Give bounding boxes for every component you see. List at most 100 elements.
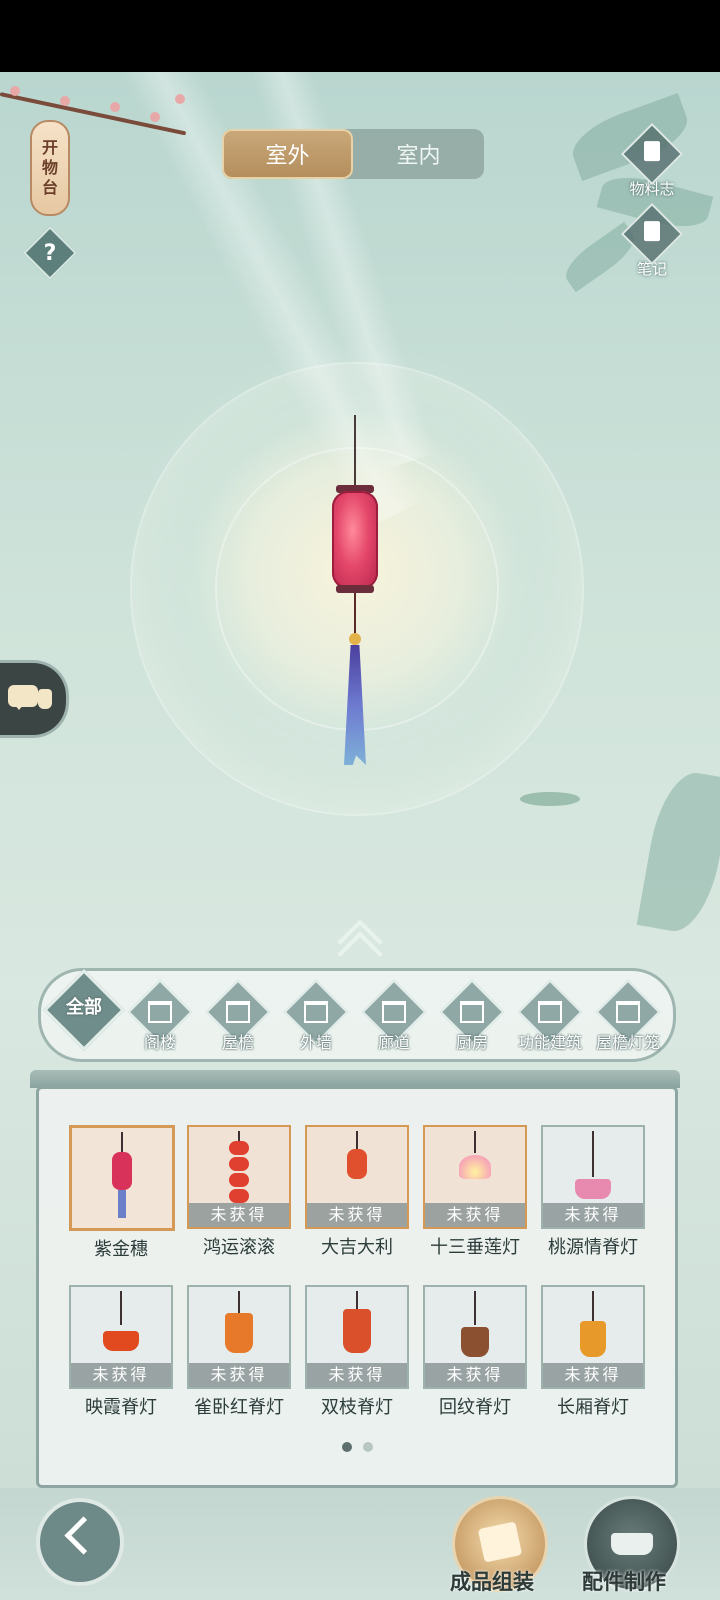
materials-log-button[interactable]: 物料志 (616, 122, 688, 199)
lantern-bead (349, 633, 361, 645)
plum-blossom (110, 102, 120, 112)
item-name: 十三垂莲灯 (430, 1237, 520, 1258)
note-icon (620, 202, 684, 266)
item-thumbnail: 未获得 (423, 1285, 527, 1389)
shelf-button-char: 物 (41, 158, 58, 177)
lotus-lantern (459, 1155, 491, 1179)
lantern-cord (354, 593, 356, 637)
item-card[interactable]: 未获得 十三垂莲灯 (423, 1125, 527, 1258)
item-thumbnail: 未获得 (541, 1125, 645, 1229)
item-card[interactable]: 未获得 回纹脊灯 (423, 1285, 527, 1418)
lantern-body (347, 1149, 367, 1179)
locked-badge: 未获得 (425, 1203, 525, 1227)
chat-bubble-icon (8, 685, 38, 710)
lantern-string (474, 1291, 476, 1325)
item-name: 桃源情脊灯 (548, 1237, 638, 1258)
lantern-string (238, 1291, 240, 1315)
category-label: 全部 (66, 997, 102, 1018)
assembly-label: 成品组装 (450, 1570, 534, 1594)
category-label: 屋檐 (221, 1033, 254, 1052)
category-label: 阁楼 (143, 1033, 176, 1052)
expand-up-icon[interactable] (337, 919, 383, 977)
lantern-string (592, 1131, 594, 1177)
category-label: 廊道 (377, 1033, 410, 1052)
item-name: 映霞脊灯 (85, 1397, 157, 1418)
locked-badge: 未获得 (71, 1363, 171, 1387)
back-button[interactable] (36, 1498, 124, 1586)
tab-indoor[interactable]: 室内 (353, 129, 484, 179)
page-dot-active[interactable] (342, 1442, 352, 1452)
locked-badge: 未获得 (543, 1363, 643, 1387)
locked-badge: 未获得 (189, 1363, 289, 1387)
ridge-lantern (461, 1327, 489, 1357)
plum-blossom (175, 94, 185, 104)
item-name: 双枝脊灯 (321, 1397, 393, 1418)
lantern-tassel (118, 1190, 126, 1218)
item-thumbnail: 未获得 (187, 1285, 291, 1389)
item-card[interactable]: 紫金穗 (69, 1125, 175, 1260)
lantern-bottom-cap (336, 585, 374, 593)
category-eave[interactable]: 屋檐 (205, 979, 271, 1053)
help-icon: ? (43, 240, 57, 266)
item-card[interactable]: 未获得 鸿运滚滚 (187, 1125, 291, 1258)
item-card[interactable]: 未获得 雀卧红脊灯 (187, 1285, 291, 1418)
item-thumbnail: 未获得 (541, 1285, 645, 1389)
category-eave-lantern[interactable]: 屋檐灯笼 (595, 979, 661, 1053)
category-kitchen[interactable]: 厨房 (439, 979, 505, 1053)
lantern-body (112, 1152, 132, 1190)
category-label: 屋檐灯笼 (595, 1033, 660, 1052)
lantern-tassel (344, 645, 366, 765)
plum-blossom (60, 96, 70, 106)
lantern-body (332, 491, 378, 589)
item-card[interactable]: 未获得 长厢脊灯 (541, 1285, 645, 1418)
pagination-dots (339, 1437, 376, 1456)
ridge-lantern (580, 1321, 606, 1357)
notes-button[interactable]: 笔记 (616, 202, 688, 279)
ridge-lantern (103, 1331, 139, 1351)
locked-badge: 未获得 (189, 1203, 289, 1227)
item-card[interactable]: 未获得 桃源情脊灯 (541, 1125, 645, 1258)
jar-icon (38, 689, 52, 709)
locked-badge: 未获得 (425, 1363, 525, 1387)
item-panel: 紫金穗 未获得 鸿运滚滚 未获得 大吉大利 未获得 十三垂莲灯 未获得 桃源情脊… (36, 1086, 678, 1488)
item-name: 回纹脊灯 (439, 1397, 511, 1418)
category-wall[interactable]: 外墙 (283, 979, 349, 1053)
lantern-string (120, 1291, 122, 1325)
tab-outdoor[interactable]: 室外 (222, 129, 353, 179)
lantern-string (592, 1291, 594, 1321)
item-thumbnail: 未获得 (69, 1285, 173, 1389)
category-building[interactable]: 功能建筑 (517, 979, 583, 1053)
shelf-button[interactable]: 开 物 台 (30, 120, 70, 216)
lantern-string (474, 1131, 476, 1153)
shelf-button-char: 台 (41, 178, 58, 197)
lantern-string (356, 1291, 358, 1311)
item-name: 大吉大利 (321, 1237, 393, 1258)
locked-badge: 未获得 (543, 1203, 643, 1227)
item-name: 长厢脊灯 (557, 1397, 629, 1418)
assembly-icon (477, 1521, 523, 1563)
status-bar (0, 0, 720, 72)
item-thumbnail: 未获得 (187, 1125, 291, 1229)
page-dot[interactable] (363, 1442, 374, 1452)
category-all[interactable]: 全部 (42, 968, 126, 1053)
category-label: 外墙 (299, 1033, 332, 1052)
category-label: 厨房 (455, 1033, 488, 1052)
plum-blossom (10, 86, 20, 96)
item-thumbnail: 未获得 (305, 1125, 409, 1229)
category-corridor[interactable]: 廊道 (361, 979, 427, 1053)
leaf-decoration (636, 767, 720, 937)
craft-label: 配件制作 (582, 1570, 666, 1594)
category-pavilion[interactable]: 阁楼 (127, 979, 193, 1053)
item-card[interactable]: 未获得 映霞脊灯 (69, 1285, 173, 1418)
category-label: 功能建筑 (517, 1033, 582, 1052)
chat-button[interactable] (0, 660, 69, 738)
item-card[interactable]: 未获得 大吉大利 (305, 1125, 409, 1258)
item-name: 雀卧红脊灯 (194, 1397, 284, 1418)
lantern-string (354, 415, 356, 487)
plum-blossom (150, 112, 160, 122)
craft-icon (611, 1533, 653, 1555)
locked-badge: 未获得 (307, 1363, 407, 1387)
item-card[interactable]: 未获得 双枝脊灯 (305, 1285, 409, 1418)
category-bar: 全部 阁楼 屋檐 外墙 廊道 厨房 功能建筑 屋檐灯笼 (38, 968, 676, 1062)
location-tab-bar: 室外 室内 (222, 129, 484, 179)
